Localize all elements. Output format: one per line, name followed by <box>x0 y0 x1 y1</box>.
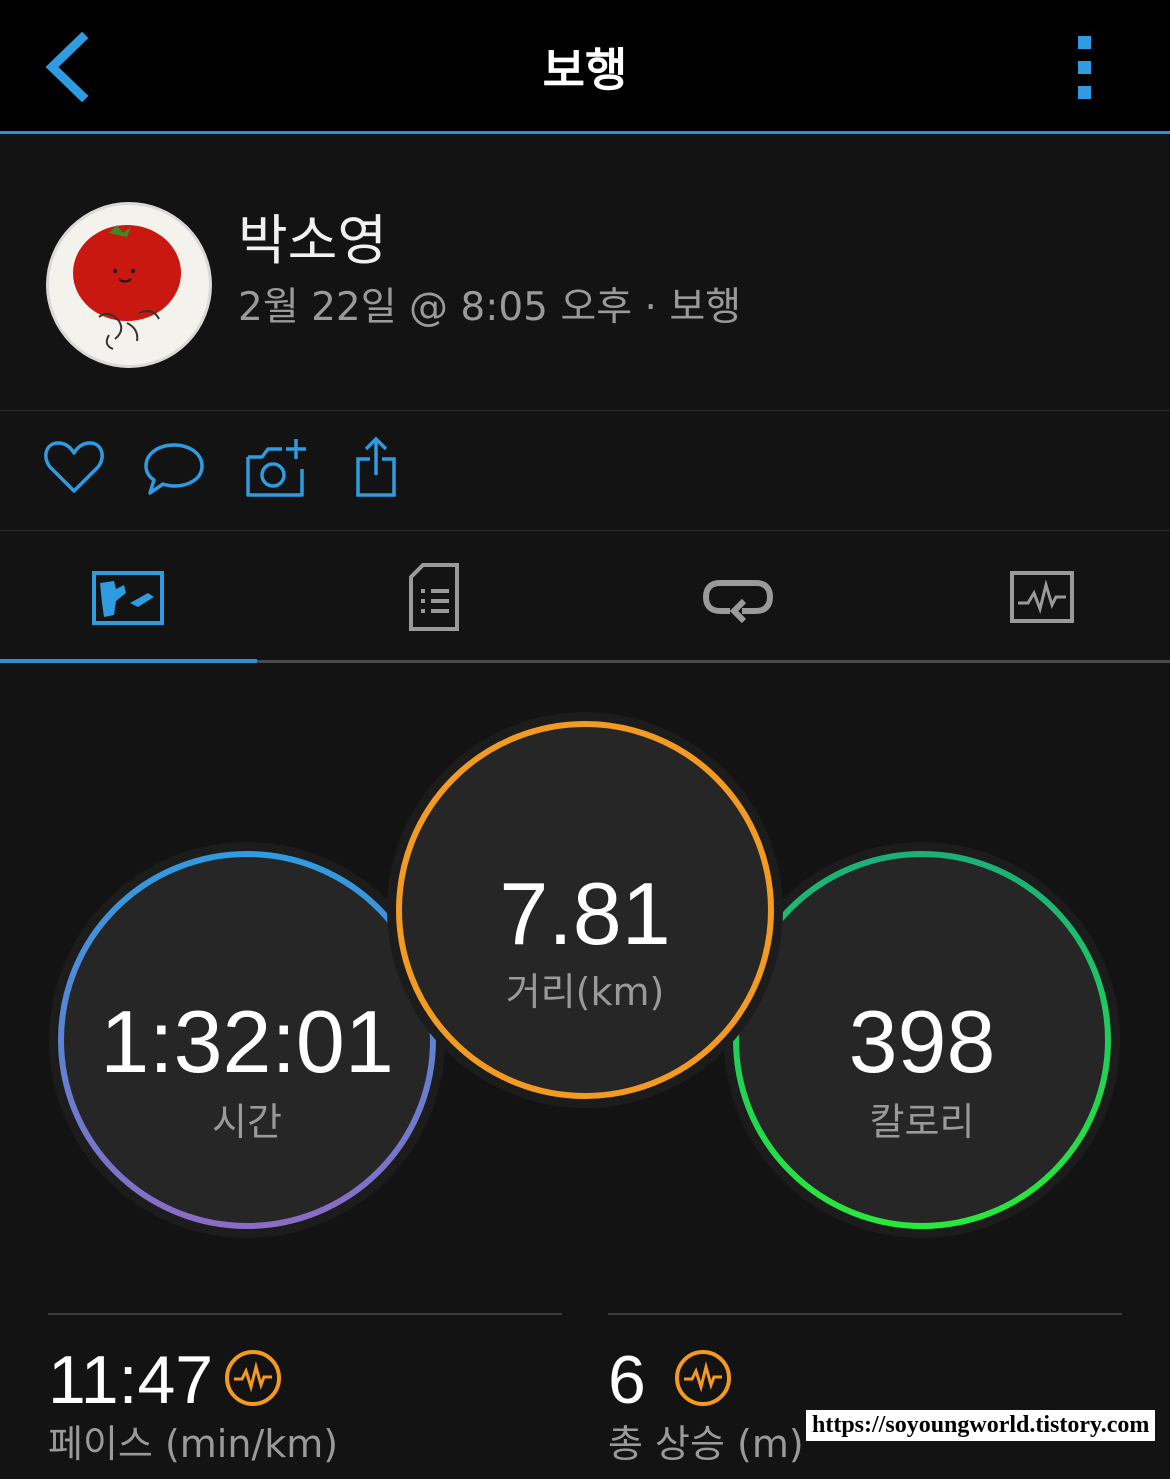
tab-laps[interactable] <box>610 531 866 660</box>
activity-meta: 2월 22일 @ 8:05 오후 · 보행 <box>238 285 742 330</box>
distance-value: 7.81 <box>499 864 671 963</box>
stats-panel: 1:32:01 시간 7.81 거리(km) 398 칼로리 <box>0 663 1170 1283</box>
pace-block: 11:47 페이스 (min/km) <box>48 1313 562 1479</box>
kebab-menu-icon[interactable] <box>1078 36 1094 100</box>
top-bar: 보행 <box>0 0 1170 134</box>
share-icon[interactable] <box>348 435 412 499</box>
activity-wave-icon[interactable] <box>674 1349 732 1407</box>
time-label: 시간 <box>212 1100 282 1144</box>
ascent-block: 6 총 상승 (m) <box>608 1313 1122 1479</box>
activity-wave-icon[interactable] <box>224 1349 282 1407</box>
comment-icon[interactable] <box>142 435 206 499</box>
watermark: https://soyoungworld.tistory.com <box>806 1410 1156 1441</box>
heart-icon[interactable] <box>42 435 106 499</box>
tab-charts[interactable] <box>914 531 1170 660</box>
calories-value: 398 <box>848 992 996 1091</box>
page-title: 보행 <box>542 43 628 97</box>
chart-icon <box>1010 571 1074 623</box>
avatar[interactable] <box>46 202 212 368</box>
tab-bar <box>0 531 1170 663</box>
ascent-label: 총 상승 (m) <box>608 1422 804 1466</box>
ascent-value: 6 <box>608 1342 646 1418</box>
calories-label: 칼로리 <box>869 1100 975 1144</box>
pace-value: 11:47 <box>48 1342 214 1418</box>
tab-map[interactable] <box>0 531 257 663</box>
add-photo-icon[interactable] <box>244 435 308 499</box>
action-bar <box>0 411 1170 531</box>
user-name: 박소영 <box>238 209 388 272</box>
map-icon <box>92 571 164 625</box>
details-icon <box>409 563 459 631</box>
activity-header: 박소영 2월 22일 @ 8:05 오후 · 보행 <box>0 134 1170 411</box>
laps-icon <box>702 580 774 623</box>
pace-label: 페이스 (min/km) <box>48 1422 339 1466</box>
tab-details[interactable] <box>305 531 561 660</box>
